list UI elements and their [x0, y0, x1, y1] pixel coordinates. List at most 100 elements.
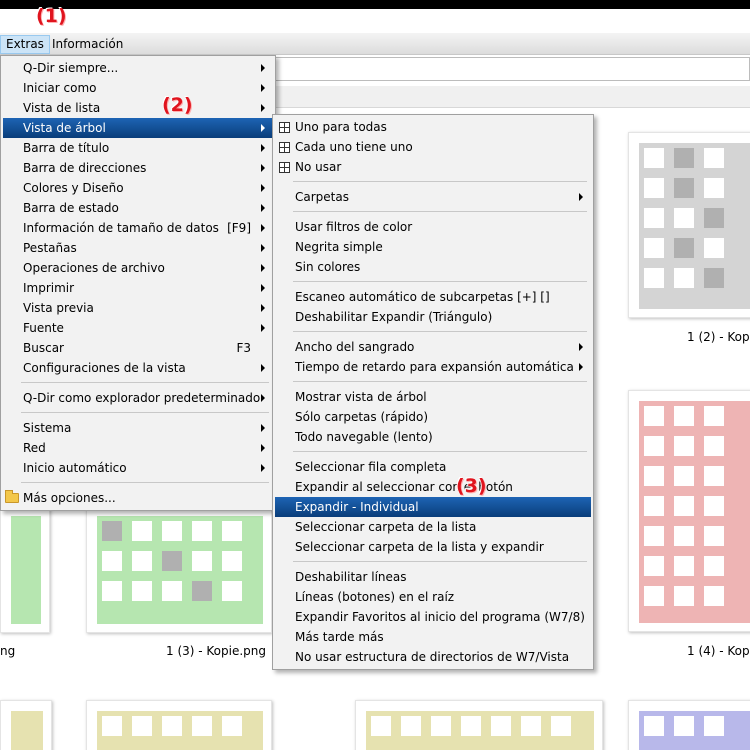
menu-separator: [293, 381, 587, 382]
pattern-cell: [674, 208, 694, 228]
pattern-cell: [192, 521, 212, 541]
pattern-cell: [644, 406, 664, 426]
thumbnail-image[interactable]: [355, 700, 603, 750]
pattern-cell: [644, 436, 664, 456]
thumbnail-image[interactable]: [628, 700, 750, 750]
menu-item-label: Uno para todas: [295, 120, 387, 134]
submenu-arrow-icon: [261, 284, 265, 292]
thumbnail-image[interactable]: [628, 390, 750, 632]
extras-item-buscar[interactable]: Buscar F3: [3, 338, 273, 358]
extras-item-q-dir-como-explorador-predeterminado[interactable]: Q-Dir como explorador predeterminado: [3, 388, 273, 408]
extras-item-sistema[interactable]: Sistema: [3, 418, 273, 438]
menu-item-label: Q-Dir como explorador predeterminado: [23, 391, 261, 405]
step-annotation-2: (2): [162, 94, 193, 116]
thumbnail-pattern: [11, 711, 43, 750]
menu-item-label: Usar filtros de color: [295, 220, 413, 234]
tree-item-expandir-favoritos-al-inicio-del-programa-w7-8[interactable]: Expandir Favoritos al inicio del program…: [275, 607, 591, 627]
tree-item-expandir-al-seleccionar-con-el-boton[interactable]: Expandir al seleccionar con el botón: [275, 477, 591, 497]
extras-item-operaciones-de-archivo[interactable]: Operaciones de archivo: [3, 258, 273, 278]
thumbnail-image[interactable]: [628, 132, 750, 318]
tree-item-seleccionar-fila-completa[interactable]: Seleccionar fila completa: [275, 457, 591, 477]
tree-item-todo-navegable-lento[interactable]: Todo navegable (lento): [275, 427, 591, 447]
extras-item-vista-previa[interactable]: Vista previa: [3, 298, 273, 318]
pattern-cell: [102, 521, 122, 541]
menu-item-label: Barra de estado: [23, 201, 119, 215]
pattern-cell: [674, 436, 694, 456]
extras-item-mas-opciones[interactable]: Más opciones...: [3, 488, 273, 508]
menu-item-label: Seleccionar fila completa: [295, 460, 447, 474]
pattern-cell: [704, 238, 724, 258]
menu-item-label: Seleccionar carpeta de la lista y expand…: [295, 540, 544, 554]
folder-icon: [5, 490, 19, 503]
menu-item-label: Tiempo de retardo para expansión automát…: [295, 360, 574, 374]
tree-item-mostrar-vista-de-arbol[interactable]: Mostrar vista de árbol: [275, 387, 591, 407]
tree-item-solo-carpetas-rapido[interactable]: Sólo carpetas (rápido): [275, 407, 591, 427]
extras-item-fuente[interactable]: Fuente: [3, 318, 273, 338]
pattern-cell: [674, 178, 694, 198]
tree-item-negrita-simple[interactable]: Negrita simple: [275, 237, 591, 257]
pattern-cell: [644, 716, 664, 736]
extras-item-iniciar-como[interactable]: Iniciar como: [3, 78, 273, 98]
tree-item-usar-filtros-de-color[interactable]: Usar filtros de color: [275, 217, 591, 237]
tree-item-seleccionar-carpeta-de-la-lista-y-expandir[interactable]: Seleccionar carpeta de la lista y expand…: [275, 537, 591, 557]
tree-item-lineas-botones-en-el-raiz[interactable]: Líneas (botones) en el raíz: [275, 587, 591, 607]
thumbnail-caption: 1 (3) - Kopie.png: [166, 644, 267, 658]
extras-item-imprimir[interactable]: Imprimir: [3, 278, 273, 298]
tree-item-uno-para-todas[interactable]: Uno para todas: [275, 117, 591, 137]
tree-item-ancho-del-sangrado[interactable]: Ancho del sangrado: [275, 337, 591, 357]
extras-item-q-dir-siempre[interactable]: Q-Dir siempre...: [3, 58, 273, 78]
extras-item-barra-de-estado[interactable]: Barra de estado: [3, 198, 273, 218]
tree-item-mas-tarde-mas[interactable]: Más tarde más: [275, 627, 591, 647]
extras-item-barra-de-titulo[interactable]: Barra de título: [3, 138, 273, 158]
grid-icon: [279, 162, 290, 173]
submenu-arrow-icon: [261, 304, 265, 312]
extras-item-configuraciones-de-la-vista[interactable]: Configuraciones de la vista: [3, 358, 273, 378]
pattern-cell: [704, 556, 724, 576]
tree-item-deshabilitar-expandir-triangulo[interactable]: Deshabilitar Expandir (Triángulo): [275, 307, 591, 327]
tree-item-sin-colores[interactable]: Sin colores: [275, 257, 591, 277]
pattern-cell: [704, 148, 724, 168]
thumbnail-image[interactable]: [0, 700, 52, 750]
menu-item-label: Barra de direcciones: [23, 161, 147, 175]
pattern-cell: [704, 586, 724, 606]
menu-item-label: Todo navegable (lento): [295, 430, 433, 444]
extras-item-pestanas[interactable]: Pestañas: [3, 238, 273, 258]
thumbnail-caption: 1 (2) - Kopie: [687, 330, 750, 344]
thumbnail-image[interactable]: [86, 505, 272, 633]
pattern-cell: [162, 716, 182, 736]
menu-informacion[interactable]: Información: [47, 35, 128, 54]
app-window: Extras Información 1 (2) - Kopie ng 1 (3…: [0, 0, 750, 750]
pattern-cell: [644, 556, 664, 576]
grid-icon: [279, 142, 290, 153]
menu-item-label: Negrita simple: [295, 240, 383, 254]
tree-item-expandir-individual[interactable]: Expandir - Individual: [275, 497, 591, 517]
pattern-cell: [461, 716, 481, 736]
menu-item-shortcut: [F9]: [227, 221, 251, 235]
extras-item-colores-y-diseno[interactable]: Colores y Diseño: [3, 178, 273, 198]
extras-item-inicio-automatico[interactable]: Inicio automático: [3, 458, 273, 478]
tree-item-cada-uno-tiene-uno[interactable]: Cada uno tiene uno: [275, 137, 591, 157]
submenu-arrow-icon: [261, 324, 265, 332]
thumbnail-image[interactable]: [86, 700, 272, 750]
submenu-arrow-icon: [261, 244, 265, 252]
tree-item-seleccionar-carpeta-de-la-lista[interactable]: Seleccionar carpeta de la lista: [275, 517, 591, 537]
extras-item-barra-de-direcciones[interactable]: Barra de direcciones: [3, 158, 273, 178]
thumbnail-image[interactable]: [0, 505, 50, 633]
menu-separator: [293, 281, 587, 282]
extras-item-informacion-de-tamano-de-datos[interactable]: Información de tamaño de datos [F9]: [3, 218, 273, 238]
pattern-cell: [102, 581, 122, 601]
tree-item-deshabilitar-lineas[interactable]: Deshabilitar líneas: [275, 567, 591, 587]
submenu-arrow-icon: [261, 204, 265, 212]
extras-item-vista-de-lista[interactable]: Vista de lista: [3, 98, 273, 118]
menu-item-label: Más tarde más: [295, 630, 384, 644]
menu-item-label: Vista de lista: [23, 101, 101, 115]
tree-item-no-usar-estructura-de-directorios-de-w7-vista[interactable]: No usar estructura de directorios de W7/…: [275, 647, 591, 667]
address-bar[interactable]: [270, 57, 750, 81]
tree-item-no-usar[interactable]: No usar: [275, 157, 591, 177]
tree-item-escaneo-automatico-de-subcarpetas[interactable]: Escaneo automático de subcarpetas [+] []: [275, 287, 591, 307]
tree-item-carpetas[interactable]: Carpetas: [275, 187, 591, 207]
tree-item-tiempo-de-retardo-para-expansion-automatica[interactable]: Tiempo de retardo para expansión automát…: [275, 357, 591, 377]
extras-item-vista-de-arbol[interactable]: Vista de árbol: [3, 118, 273, 138]
extras-item-red[interactable]: Red: [3, 438, 273, 458]
menu-extras[interactable]: Extras: [0, 35, 50, 54]
